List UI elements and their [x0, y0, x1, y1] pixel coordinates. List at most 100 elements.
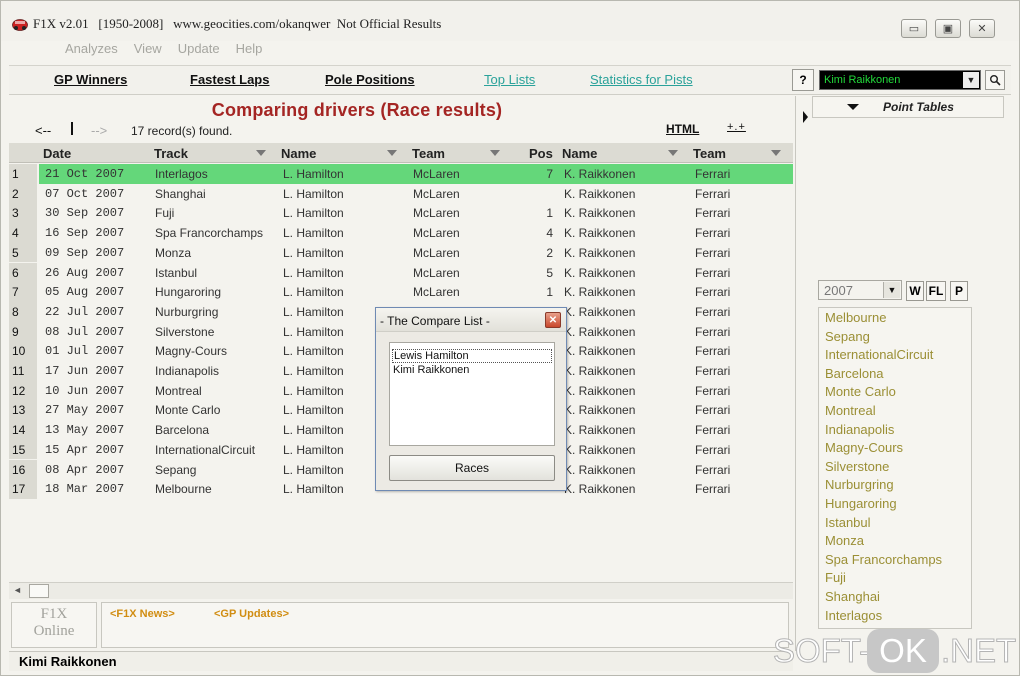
pole-positions-button[interactable]: P: [950, 281, 968, 301]
compare-list-item[interactable]: Lewis Hamilton: [392, 349, 552, 363]
dialog-close-button[interactable]: ✕: [545, 312, 561, 328]
scrollbar-thumb[interactable]: [29, 584, 49, 598]
sort-arrow-icon[interactable]: [256, 150, 266, 156]
search-icon: [990, 75, 1001, 86]
cell-pos: 1: [546, 285, 553, 300]
sort-link[interactable]: +.+: [727, 121, 746, 133]
page-title: Comparing drivers (Race results): [211, 100, 503, 120]
column-header-track[interactable]: Track: [154, 146, 188, 161]
chevron-down-icon[interactable]: ▼: [883, 282, 900, 298]
dialog-title-bar[interactable]: - The Compare List - ✕: [376, 308, 566, 332]
nav-fastest-laps[interactable]: Fastest Laps: [190, 72, 269, 87]
track-list[interactable]: Melbourne Sepang InternationalCircuit Barce…: [818, 307, 972, 629]
column-header-team[interactable]: Team: [412, 146, 445, 161]
track-list-item[interactable]: Shanghai: [825, 589, 880, 604]
track-list-item[interactable]: Barcelona: [825, 366, 884, 381]
track-list-item[interactable]: Nurburgring: [825, 477, 894, 492]
maximize-button[interactable]: ▣: [935, 19, 961, 38]
nav-statistics-for-pists[interactable]: Statistics for Pists: [590, 72, 693, 87]
minimize-button[interactable]: ▭: [901, 19, 927, 38]
nav-pole-positions[interactable]: Pole Positions: [325, 72, 415, 87]
gp-updates-link[interactable]: <GP Updates>: [214, 608, 289, 620]
sort-arrow-icon[interactable]: [490, 150, 500, 156]
forward-button[interactable]: -->: [91, 123, 107, 138]
winners-button[interactable]: W: [906, 281, 924, 301]
cell-name: L. Hamilton: [283, 265, 344, 280]
table-row[interactable]: 2 07 Oct 2007 Shanghai L. Hamilton McLaren K.…: [9, 183, 793, 204]
cell-name: L. Hamilton: [283, 482, 344, 497]
track-list-item[interactable]: Montreal: [825, 403, 876, 418]
nav-gp-winners[interactable]: GP Winners: [54, 72, 127, 87]
watermark-part-3: .NET: [940, 632, 1017, 670]
row-number: 1: [12, 167, 19, 181]
sort-arrow-icon[interactable]: [771, 150, 781, 156]
column-header-name[interactable]: Name: [281, 146, 316, 161]
table-row[interactable]: 3 30 Sep 2007 Fuji L. Hamilton McLaren 1 K. Ra…: [9, 203, 793, 224]
row-number: 9: [12, 324, 19, 339]
track-list-item[interactable]: Monte Carlo: [825, 384, 896, 399]
menu-update[interactable]: Update: [178, 41, 220, 59]
back-button[interactable]: <--: [35, 123, 51, 138]
watermark-part-2: OK: [867, 629, 939, 673]
track-list-item[interactable]: Silverstone: [825, 459, 889, 474]
logo-line-1: F1X: [40, 606, 68, 622]
track-list-item[interactable]: Spa Francorchamps: [825, 552, 942, 567]
window-title: F1X v2.01 [1950-2008] www.geocities.com/…: [33, 16, 442, 31]
table-row[interactable]: 5 09 Sep 2007 Monza L. Hamilton McLaren 2 K. R…: [9, 242, 793, 263]
menu-view[interactable]: View: [134, 41, 162, 59]
track-list-item[interactable]: Melbourne: [825, 310, 886, 325]
html-export-link[interactable]: HTML: [666, 122, 699, 136]
status-bar: Kimi Raikkonen: [9, 651, 793, 671]
table-row[interactable]: 4 16 Sep 2007 Spa Francorchamps L. Hamilton…: [9, 223, 793, 243]
races-button[interactable]: Races: [389, 455, 555, 481]
column-header-date[interactable]: Date: [43, 146, 71, 161]
sort-arrow-icon[interactable]: [387, 150, 397, 156]
f1x-news-link[interactable]: <F1X News>: [110, 608, 175, 620]
cell-name: L. Hamilton: [283, 364, 344, 378]
horizontal-scrollbar[interactable]: ◄: [9, 582, 793, 599]
track-list-item[interactable]: Magny-Cours: [825, 440, 903, 455]
chevron-down-icon[interactable]: ▼: [963, 72, 979, 88]
sort-arrow-icon[interactable]: [668, 150, 678, 156]
compare-listbox[interactable]: Lewis Hamilton Kimi Raikkonen: [389, 342, 555, 446]
dialog-title: - The Compare List -: [380, 314, 490, 328]
column-header-name-2[interactable]: Name: [562, 146, 597, 161]
cell-date: 07 Oct 2007: [45, 186, 125, 201]
track-list-item[interactable]: Fuji: [825, 570, 846, 585]
cell-name: L. Hamilton: [283, 304, 344, 319]
cell-team: McLaren: [413, 245, 460, 260]
track-list-item[interactable]: Monza: [825, 533, 864, 548]
help-button[interactable]: ?: [792, 69, 814, 91]
cell-track: Spa Francorchamps: [155, 226, 264, 241]
fastest-laps-button[interactable]: FL: [926, 281, 946, 301]
table-row[interactable]: 7 05 Aug 2007 Hungaroring L. Hamilton McLare…: [9, 282, 793, 302]
menu-help[interactable]: Help: [236, 41, 263, 59]
cell-track: Montreal: [155, 383, 202, 398]
close-window-button[interactable]: ✕: [969, 19, 995, 38]
track-list-item[interactable]: Interlagos: [825, 608, 882, 623]
scroll-left-icon[interactable]: ◄: [13, 585, 22, 595]
year-select[interactable]: 2007 ▼: [818, 280, 902, 300]
menu-analyzes[interactable]: Analyzes: [65, 41, 118, 59]
track-list-item[interactable]: Hungaroring: [825, 496, 897, 511]
cell-name: L. Hamilton: [283, 324, 344, 339]
track-list-item[interactable]: Indianapolis: [825, 422, 894, 437]
point-tables-dropdown[interactable]: Point Tables: [812, 96, 1004, 118]
search-button[interactable]: [985, 70, 1005, 90]
table-row[interactable]: 6 26 Aug 2007 Istanbul L. Hamilton McLaren 5 K…: [9, 262, 793, 283]
column-header-pos[interactable]: Pos: [529, 146, 553, 161]
nav-top-lists[interactable]: Top Lists: [484, 72, 535, 87]
cell-team-2: Ferrari: [695, 304, 731, 319]
cell-track: Interlagos: [155, 167, 208, 181]
column-header-team-2[interactable]: Team: [693, 146, 726, 161]
track-list-item[interactable]: InternationalCircuit: [825, 347, 933, 362]
driver-select[interactable]: Kimi Raikkonen ▼: [819, 70, 981, 90]
cell-name-2: K. Raikkonen: [564, 304, 636, 319]
track-list-item[interactable]: Istanbul: [825, 515, 871, 530]
cell-name: L. Hamilton: [283, 167, 344, 181]
expand-arrow-icon[interactable]: [803, 111, 808, 123]
cell-name: L. Hamilton: [283, 226, 344, 241]
track-list-item[interactable]: Sepang: [825, 329, 870, 344]
table-row[interactable]: 1 21 Oct 2007 Interlagos L. Hamilton McLaren…: [9, 164, 793, 184]
compare-list-item[interactable]: Kimi Raikkonen: [392, 364, 470, 376]
